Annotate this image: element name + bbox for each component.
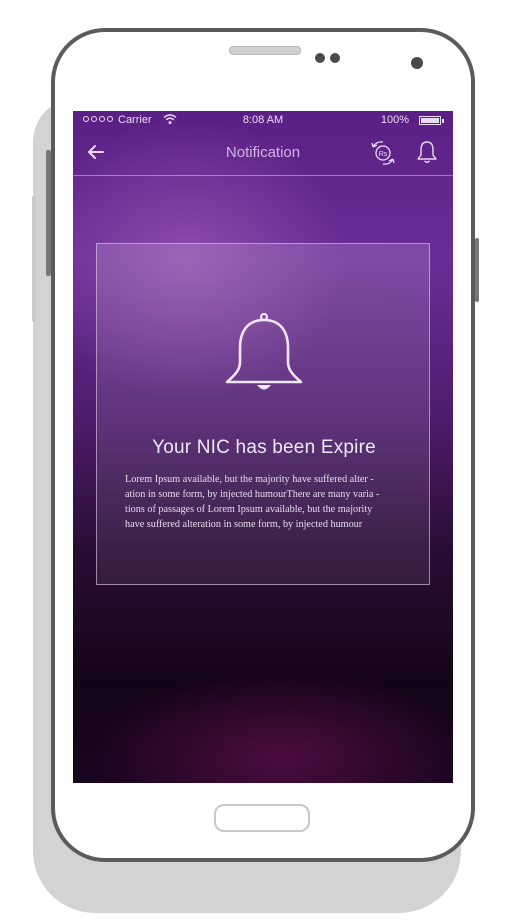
phone-front-camera — [411, 57, 423, 69]
bell-icon — [225, 312, 303, 390]
notification-card: Your NIC has been Expire Lorem Ipsum ava… — [96, 243, 430, 585]
battery-tip — [442, 119, 444, 123]
app-screen: Carrier 8:08 AM 100% Notification Rs You… — [73, 111, 453, 783]
battery-percent: 100% — [380, 114, 409, 126]
battery-icon — [419, 116, 441, 125]
notification-body-line: ation in some form, by injected humourTh… — [125, 489, 380, 500]
notification-body-line: have suffered alteration in some form, b… — [125, 519, 363, 530]
svg-text:Rs: Rs — [379, 151, 388, 158]
notification-body-line: tions of passages of Lorem Ipsum availab… — [125, 504, 373, 515]
notification-body-line: Lorem Ipsum available, but the majority … — [125, 474, 374, 485]
phone-speaker — [229, 46, 301, 55]
phone-sensor-right — [330, 53, 340, 63]
rupee-exchange-icon[interactable]: Rs — [369, 139, 397, 167]
phone-sensor-left — [315, 53, 325, 63]
home-button[interactable] — [214, 804, 310, 832]
bell-icon[interactable] — [416, 140, 438, 164]
notification-body: Lorem Ipsum available, but the majority … — [125, 472, 403, 532]
phone-side-button-right — [475, 238, 479, 302]
status-bar: Carrier 8:08 AM 100% — [73, 111, 453, 131]
phone-side-button-left-lower — [32, 196, 36, 322]
notification-title: Your NIC has been Expire — [152, 437, 376, 458]
navigation-bar: Notification Rs — [73, 131, 453, 176]
